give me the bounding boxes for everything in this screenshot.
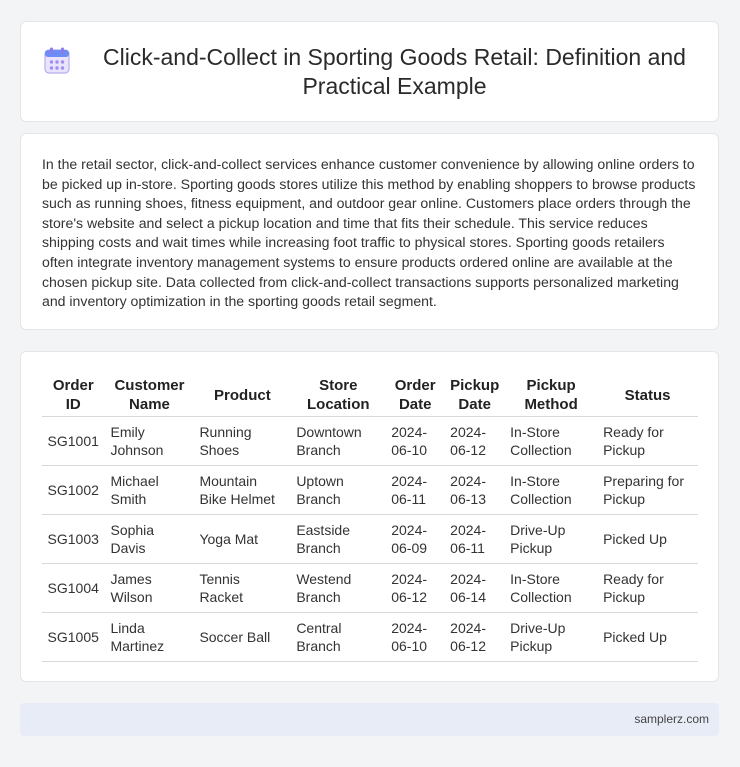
table-row: SG1004 James Wilson Tennis Racket Westen…: [42, 563, 698, 613]
table-row: SG1003 Sophia Davis Yoga Mat Eastside Br…: [42, 514, 698, 564]
table-cell: Drive-Up Pickup: [504, 514, 599, 564]
title-card: Click-and-Collect in Sporting Goods Reta…: [20, 21, 719, 122]
column-header: Status: [597, 372, 698, 417]
table-cell: Running Shoes: [193, 416, 292, 466]
table-cell: Eastside Branch: [290, 514, 387, 564]
table-cell: Central Branch: [290, 612, 387, 662]
table-cell: 2024-06-12: [444, 612, 506, 662]
table-cell: Picked Up: [597, 514, 698, 564]
footer-site-link[interactable]: samplerz.com: [634, 712, 709, 726]
table-cell: 2024-06-09: [385, 514, 446, 564]
table-cell: SG1001: [42, 416, 106, 466]
table-cell: Linda Martinez: [104, 612, 195, 662]
table-cell: In-Store Collection: [504, 416, 599, 466]
table-cell: Uptown Branch: [290, 465, 387, 515]
column-header: Customer Name: [104, 372, 195, 417]
page-title: Click-and-Collect in Sporting Goods Reta…: [103, 43, 686, 99]
table-cell: SG1004: [42, 563, 106, 613]
table-cell: 2024-06-12: [444, 416, 506, 466]
table-row: SG1001 Emily Johnson Running Shoes Downt…: [42, 416, 698, 466]
table-cell: Michael Smith: [104, 465, 195, 515]
table-cell: 2024-06-10: [385, 612, 446, 662]
title-wrap: Click-and-Collect in Sporting Goods Reta…: [43, 43, 696, 101]
table-cell: Ready for Pickup: [597, 563, 698, 613]
table-cell: Yoga Mat: [193, 514, 292, 564]
table-cell: Sophia Davis: [104, 514, 195, 564]
column-header: Order ID: [42, 372, 106, 417]
footer: samplerz.com: [20, 703, 719, 736]
column-header: Order Date: [385, 372, 446, 417]
table-cell: 2024-06-13: [444, 465, 506, 515]
table-cell: SG1005: [42, 612, 106, 662]
table-cell: SG1003: [42, 514, 106, 564]
table-cell: Tennis Racket: [193, 563, 292, 613]
table-cell: 2024-06-14: [444, 563, 506, 613]
table-row: SG1005 Linda Martinez Soccer Ball Centra…: [42, 612, 698, 662]
table-cell: SG1002: [42, 465, 106, 515]
table-cell: In-Store Collection: [504, 465, 599, 515]
calendar-icon: [44, 47, 70, 74]
table-row: SG1002 Michael Smith Mountain Bike Helme…: [42, 465, 698, 515]
description-card: In the retail sector, click-and-collect …: [20, 133, 719, 330]
column-header: Product: [193, 372, 292, 417]
table-cell: Downtown Branch: [290, 416, 387, 466]
table-cell: 2024-06-11: [444, 514, 506, 564]
table-cell: Westend Branch: [290, 563, 387, 613]
column-header: Pickup Date: [444, 372, 506, 417]
table-cell: Ready for Pickup: [597, 416, 698, 466]
description-text: In the retail sector, click-and-collect …: [42, 156, 696, 310]
table-cell: Preparing for Pickup: [597, 465, 698, 515]
column-header: Pickup Method: [504, 372, 599, 417]
table-cell: Mountain Bike Helmet: [193, 465, 292, 515]
table-card: Order ID Customer Name Product Store Loc…: [20, 351, 719, 682]
table-cell: 2024-06-10: [385, 416, 446, 466]
table-cell: 2024-06-12: [385, 563, 446, 613]
table-cell: Drive-Up Pickup: [504, 612, 599, 662]
table-cell: 2024-06-11: [385, 465, 446, 515]
table-cell: Soccer Ball: [193, 612, 292, 662]
table-cell: In-Store Collection: [504, 563, 599, 613]
column-header: Store Location: [290, 372, 387, 417]
table-cell: James Wilson: [104, 563, 195, 613]
table-cell: Picked Up: [597, 612, 698, 662]
table-header-row: Order ID Customer Name Product Store Loc…: [42, 372, 698, 417]
orders-table: Order ID Customer Name Product Store Loc…: [42, 372, 698, 662]
table-cell: Emily Johnson: [104, 416, 195, 466]
